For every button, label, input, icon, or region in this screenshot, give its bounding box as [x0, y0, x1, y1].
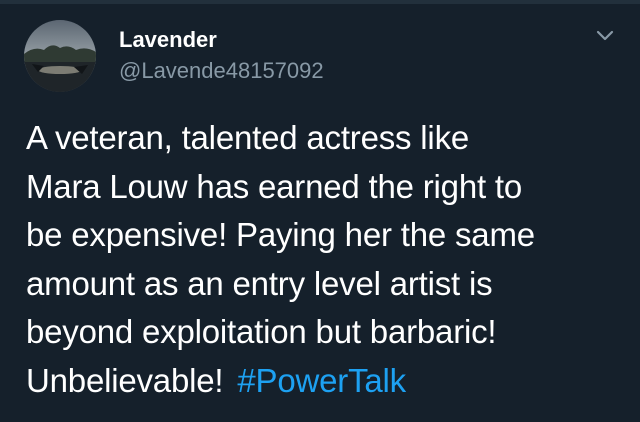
author-handle[interactable]: @Lavende48157092 — [119, 58, 324, 84]
tweet-text-line: beyond exploitation but barbaric! — [26, 313, 497, 350]
avatar[interactable] — [24, 20, 96, 92]
tweet-text-line: A veteran, talented actress like — [26, 119, 470, 156]
hashtag-link[interactable]: #PowerTalk — [237, 362, 406, 399]
top-divider — [0, 0, 640, 4]
tweet-text-line: Unbelievable! — [26, 361, 224, 399]
author-display-name[interactable]: Lavender — [119, 27, 217, 53]
tweet-text: A veteran, talented actress like Mara Lo… — [26, 114, 626, 405]
tweet-text-line: amount as an entry level artist is — [26, 264, 493, 302]
avatar-photo-icon — [24, 20, 96, 92]
chevron-down-icon — [596, 30, 614, 41]
tweet-card: Lavender @Lavende48157092 A veteran, tal… — [0, 0, 640, 422]
tweet-text-line: Mara Louw has earned the right to — [26, 167, 523, 205]
tweet-menu-button[interactable] — [592, 26, 618, 46]
tweet-text-line: be expensive! Paying her the same — [26, 216, 535, 253]
tweet-text-last-line: Unbelievable! #PowerTalk — [26, 357, 626, 406]
